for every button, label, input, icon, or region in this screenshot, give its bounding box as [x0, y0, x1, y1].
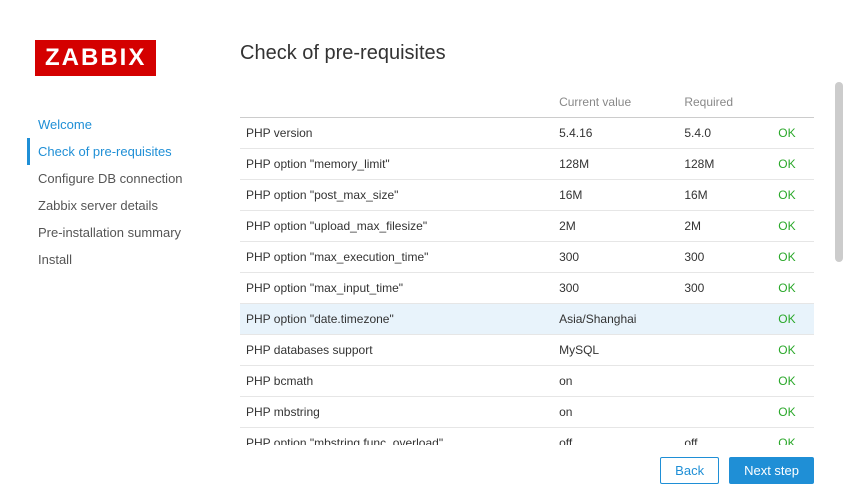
table-row: PHP option "memory_limit"128M128MOK [240, 149, 814, 180]
nav-step-2[interactable]: Configure DB connection [27, 165, 240, 192]
cell-name: PHP option "mbstring.func_overload" [240, 428, 553, 446]
cell-required: 16M [678, 180, 772, 211]
cell-name: PHP option "upload_max_filesize" [240, 211, 553, 242]
cell-current: 300 [553, 242, 678, 273]
table-row: PHP option "max_execution_time"300300OK [240, 242, 814, 273]
col-current: Current value [553, 87, 678, 118]
cell-status: OK [772, 335, 814, 366]
wizard-footer: Back Next step [240, 445, 814, 492]
cell-name: PHP option "post_max_size" [240, 180, 553, 211]
table-row: PHP option "date.timezone"Asia/Shanghai O… [240, 304, 814, 335]
cell-current: on [553, 366, 678, 397]
cell-status: OK [772, 242, 814, 273]
page-title: Check of pre-requisites [240, 42, 814, 65]
nav-step-5[interactable]: Install [27, 246, 240, 273]
cell-status: OK [772, 397, 814, 428]
setup-steps-nav: WelcomeCheck of pre-requisitesConfigure … [35, 111, 240, 273]
table-row: PHP option "upload_max_filesize"2M2MOK [240, 211, 814, 242]
cell-status: OK [772, 428, 814, 446]
cell-status: OK [772, 366, 814, 397]
cell-current: MySQL [553, 335, 678, 366]
cell-name: PHP version [240, 118, 553, 149]
nav-step-3[interactable]: Zabbix server details [27, 192, 240, 219]
cell-current: Asia/Shanghai [553, 304, 678, 335]
cell-current: 128M [553, 149, 678, 180]
logo: ZABBIX [35, 40, 156, 76]
nav-step-1[interactable]: Check of pre-requisites [27, 138, 240, 165]
cell-status: OK [772, 180, 814, 211]
cell-current: off [553, 428, 678, 446]
cell-required [678, 397, 772, 428]
cell-required: 128M [678, 149, 772, 180]
prerequisites-table-wrap: Current value Required PHP version5.4.16… [240, 87, 814, 445]
cell-name: PHP bcmath [240, 366, 553, 397]
nav-step-0[interactable]: Welcome [27, 111, 240, 138]
cell-required: 300 [678, 273, 772, 304]
cell-current: 2M [553, 211, 678, 242]
cell-name: PHP option "memory_limit" [240, 149, 553, 180]
col-name [240, 87, 553, 118]
cell-name: PHP option "max_execution_time" [240, 242, 553, 273]
cell-name: PHP databases support [240, 335, 553, 366]
cell-required [678, 335, 772, 366]
cell-required: 2M [678, 211, 772, 242]
cell-current: on [553, 397, 678, 428]
cell-required: 300 [678, 242, 772, 273]
cell-status: OK [772, 304, 814, 335]
table-row: PHP option "max_input_time"300300OK [240, 273, 814, 304]
next-step-button[interactable]: Next step [729, 457, 814, 484]
cell-current: 300 [553, 273, 678, 304]
cell-current: 5.4.16 [553, 118, 678, 149]
cell-required: 5.4.0 [678, 118, 772, 149]
table-row: PHP option "post_max_size"16M16MOK [240, 180, 814, 211]
cell-required [678, 304, 772, 335]
table-row: PHP option "mbstring.func_overload"offof… [240, 428, 814, 446]
cell-name: PHP mbstring [240, 397, 553, 428]
col-status [772, 87, 814, 118]
cell-current: 16M [553, 180, 678, 211]
cell-status: OK [772, 273, 814, 304]
cell-name: PHP option "max_input_time" [240, 273, 553, 304]
col-required: Required [678, 87, 772, 118]
nav-step-4[interactable]: Pre-installation summary [27, 219, 240, 246]
prerequisites-table: Current value Required PHP version5.4.16… [240, 87, 814, 445]
cell-required [678, 366, 772, 397]
table-row: PHP version5.4.165.4.0OK [240, 118, 814, 149]
cell-status: OK [772, 211, 814, 242]
scrollbar[interactable] [835, 82, 843, 262]
cell-required: off [678, 428, 772, 446]
table-row: PHP bcmathon OK [240, 366, 814, 397]
table-row: PHP databases supportMySQL OK [240, 335, 814, 366]
cell-status: OK [772, 118, 814, 149]
cell-name: PHP option "date.timezone" [240, 304, 553, 335]
cell-status: OK [772, 149, 814, 180]
back-button[interactable]: Back [660, 457, 719, 484]
table-row: PHP mbstringon OK [240, 397, 814, 428]
